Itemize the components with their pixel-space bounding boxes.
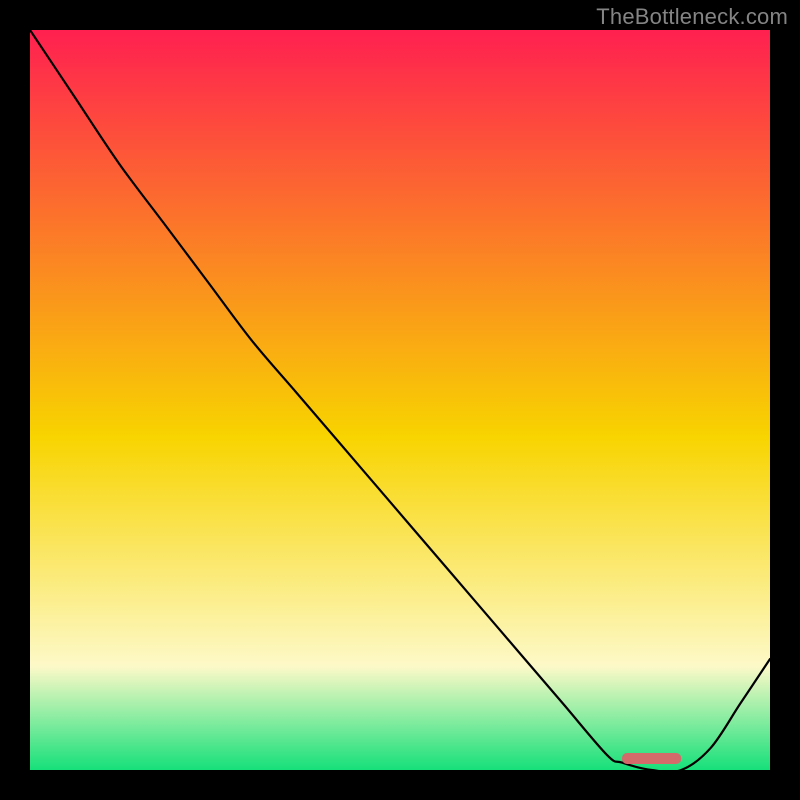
chart-stage: TheBottleneck.com bbox=[0, 0, 800, 800]
attribution-text: TheBottleneck.com bbox=[596, 4, 788, 30]
optimal-range-marker bbox=[622, 753, 681, 764]
bottleneck-chart bbox=[30, 30, 770, 770]
chart-background bbox=[30, 30, 770, 770]
